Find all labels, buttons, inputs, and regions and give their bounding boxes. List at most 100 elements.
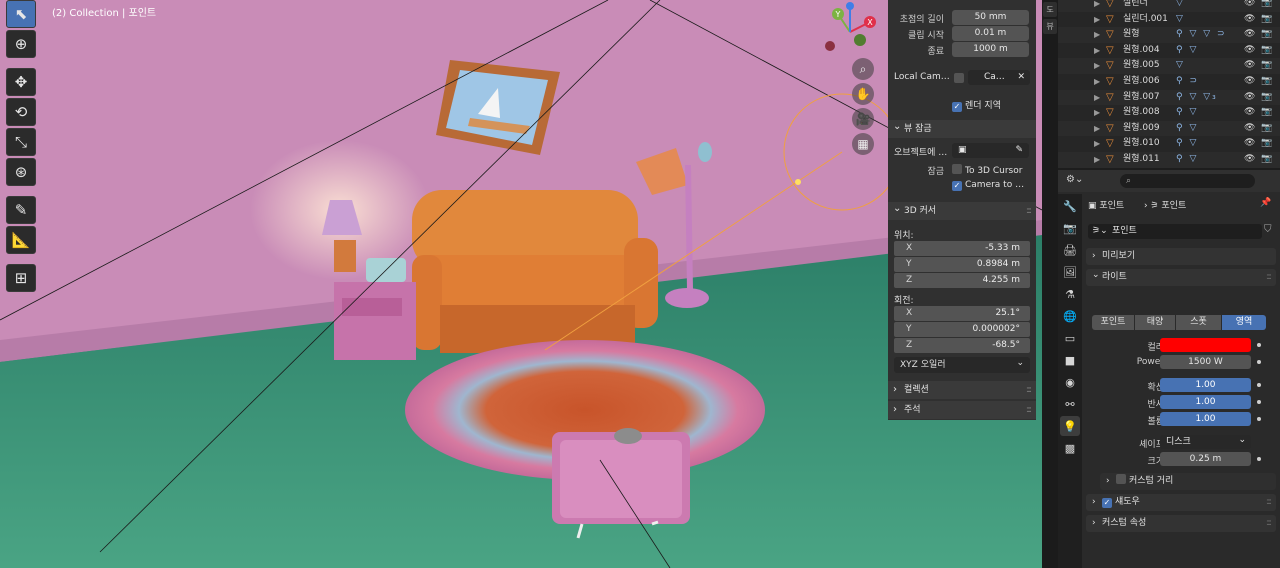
eye-icon[interactable]: 👁	[1244, 27, 1255, 42]
preview-panel-header[interactable]: 미리보기	[1086, 248, 1276, 265]
physics-tab-icon[interactable]: ◉	[1060, 372, 1080, 392]
render-camera-icon[interactable]: 📷	[1261, 43, 1272, 58]
outliner-row[interactable]: ▶ ▽ 실린더.001 ▽ 👁 📷	[1058, 12, 1280, 28]
cursor-rot-x[interactable]: X 25.1°	[894, 306, 1030, 321]
measure-icon[interactable]: 📐	[6, 226, 36, 254]
clip-end-field[interactable]: 1000 m	[952, 42, 1029, 57]
light-type-area[interactable]: 영역	[1222, 315, 1266, 330]
render-camera-icon[interactable]: 📷	[1261, 12, 1272, 27]
keyframe-dot[interactable]	[1257, 383, 1261, 387]
outliner-row[interactable]: ▶ ▽ 원형.011 ⚲ ▽ 👁 📷	[1058, 152, 1280, 168]
rotation-mode-select[interactable]: XYZ 오일러	[894, 355, 1030, 373]
outliner-row[interactable]: ▶ ▽ 원형.005 ▽ 👁 📷	[1058, 58, 1280, 74]
pin-icon[interactable]: 📌	[1260, 198, 1271, 208]
output-tab-icon[interactable]: 🖨	[1060, 240, 1080, 260]
clip-start-field[interactable]: 0.01 m	[952, 26, 1029, 41]
expand-arrow-icon[interactable]: ▶	[1094, 136, 1100, 151]
eyedropper-icon[interactable]: ✎	[1015, 143, 1023, 158]
power-field[interactable]: 1500 W	[1160, 355, 1251, 369]
search-input[interactable]: ⌕	[1120, 174, 1255, 188]
light-type-spot[interactable]: 스폿	[1176, 315, 1221, 330]
lock-object-field[interactable]: ▣ ✎	[952, 143, 1029, 158]
move-icon[interactable]: ✥	[6, 68, 36, 96]
eye-icon[interactable]: 👁	[1244, 152, 1255, 167]
select-box-icon[interactable]: ⬉	[6, 0, 36, 28]
outliner-row[interactable]: ▶ ▽ 원형.010 ⚲ ▽ 👁 📷	[1058, 136, 1280, 152]
cursor-rot-z[interactable]: Z -68.5°	[894, 338, 1030, 353]
eye-icon[interactable]: 👁	[1244, 43, 1255, 58]
custom-distance-header[interactable]: 커스텀 거리	[1100, 473, 1276, 490]
custom-distance-checkbox[interactable]	[1116, 474, 1126, 484]
cursor-rot-y[interactable]: Y 0.000002°	[894, 322, 1030, 337]
volume-slider[interactable]: 1.00	[1160, 412, 1251, 426]
shadow-checkbox[interactable]: ✓	[1102, 498, 1112, 508]
tool-tab-icon[interactable]: 🔧	[1060, 196, 1080, 216]
cursor-loc-y[interactable]: Y 0.8984 m	[894, 257, 1030, 272]
annotate-icon[interactable]: ✎	[6, 196, 36, 224]
navigation-gizmo[interactable]: X Y	[820, 2, 880, 62]
tab-view[interactable]: 뷰	[1043, 19, 1057, 34]
eye-icon[interactable]: 👁	[1244, 105, 1255, 120]
editor-type-icon[interactable]: ⚙⌄	[1066, 174, 1083, 185]
render-camera-icon[interactable]: 📷	[1261, 74, 1272, 89]
size-field[interactable]: 0.25 m	[1160, 452, 1251, 466]
3d-cursor-header[interactable]: 3D 커서::::	[888, 200, 1036, 220]
expand-arrow-icon[interactable]: ▶	[1094, 74, 1100, 89]
eye-icon[interactable]: 👁	[1244, 74, 1255, 89]
keyframe-dot[interactable]	[1257, 457, 1261, 461]
render-camera-icon[interactable]: 📷	[1261, 27, 1272, 42]
render-camera-icon[interactable]: 📷	[1261, 0, 1272, 11]
keyframe-dot[interactable]	[1257, 400, 1261, 404]
specular-slider[interactable]: 1.00	[1160, 395, 1251, 409]
render-camera-icon[interactable]: 📷	[1261, 136, 1272, 151]
collection-tab-icon[interactable]: ▭	[1060, 328, 1080, 348]
fake-user-icon[interactable]: ⛉	[1264, 224, 1272, 235]
keyframe-dot[interactable]	[1257, 343, 1261, 347]
outliner-row[interactable]: ▶ ▽ 원형.006 ⚲ ⊃ 👁 📷	[1058, 74, 1280, 90]
render-camera-icon[interactable]: 📷	[1261, 121, 1272, 136]
rotate-icon[interactable]: ⟲	[6, 98, 36, 126]
render-camera-icon[interactable]: 📷	[1261, 105, 1272, 120]
eye-icon[interactable]: 👁	[1244, 0, 1255, 11]
texture-tab-icon[interactable]: ▩	[1060, 438, 1080, 458]
expand-arrow-icon[interactable]: ▶	[1094, 0, 1100, 11]
eye-icon[interactable]: 👁	[1244, 12, 1255, 27]
expand-arrow-icon[interactable]: ▶	[1094, 43, 1100, 58]
keyframe-dot[interactable]	[1257, 417, 1261, 421]
render-camera-icon[interactable]: 📷	[1261, 58, 1272, 73]
eye-icon[interactable]: 👁	[1244, 90, 1255, 105]
expand-arrow-icon[interactable]: ▶	[1094, 12, 1100, 27]
cursor-icon[interactable]: ⊕	[6, 30, 36, 58]
outliner-row[interactable]: ▶ ▽ 원형 ⚲ ▽ ▽ ⊃ 👁 📷	[1058, 27, 1280, 43]
transform-icon[interactable]: ⊛	[6, 158, 36, 186]
render-camera-icon[interactable]: 📷	[1261, 152, 1272, 167]
constraints-tab-icon[interactable]: ⚯	[1060, 394, 1080, 414]
render-region-checkbox[interactable]: ✓	[952, 102, 962, 112]
eye-icon[interactable]: 👁	[1244, 136, 1255, 151]
local-camera-checkbox[interactable]	[954, 73, 964, 83]
clear-icon[interactable]: ✕	[1017, 70, 1025, 85]
custom-props-header[interactable]: 커스텀 속성::::	[1086, 515, 1276, 532]
shape-select[interactable]: 디스크	[1160, 433, 1251, 449]
world-tab-icon[interactable]: 🌐	[1060, 306, 1080, 326]
datablock-name-field[interactable]: ⚞⌄ 포인트	[1088, 224, 1262, 239]
outliner-row[interactable]: ▶ ▽ 실린더 ▽ 👁 📷	[1058, 0, 1280, 12]
tab-tool[interactable]: 도	[1043, 2, 1057, 17]
diffuse-slider[interactable]: 1.00	[1160, 378, 1251, 392]
add-cube-icon[interactable]: ⊞	[6, 264, 36, 292]
hand-icon[interactable]: ✋	[852, 83, 874, 105]
expand-arrow-icon[interactable]: ▶	[1094, 121, 1100, 136]
expand-arrow-icon[interactable]: ▶	[1094, 58, 1100, 73]
render-camera-icon[interactable]: 📷	[1261, 90, 1272, 105]
collection-header[interactable]: 컬렉션::::	[888, 381, 1036, 399]
object-tab-icon[interactable]: ■	[1060, 350, 1080, 370]
camera-icon[interactable]: 🎥	[852, 108, 874, 130]
light-panel-header[interactable]: 라이트::::	[1086, 267, 1276, 286]
eye-icon[interactable]: 👁	[1244, 121, 1255, 136]
camera-to-view-checkbox[interactable]: ✓	[952, 181, 962, 191]
view-layer-tab-icon[interactable]: 🖼	[1060, 262, 1080, 282]
light-type-point[interactable]: 포인트	[1092, 315, 1134, 330]
view-lock-header[interactable]: 뷰 잠금	[888, 118, 1036, 138]
scale-icon[interactable]: ⤡	[6, 128, 36, 156]
keyframe-dot[interactable]	[1257, 360, 1261, 364]
